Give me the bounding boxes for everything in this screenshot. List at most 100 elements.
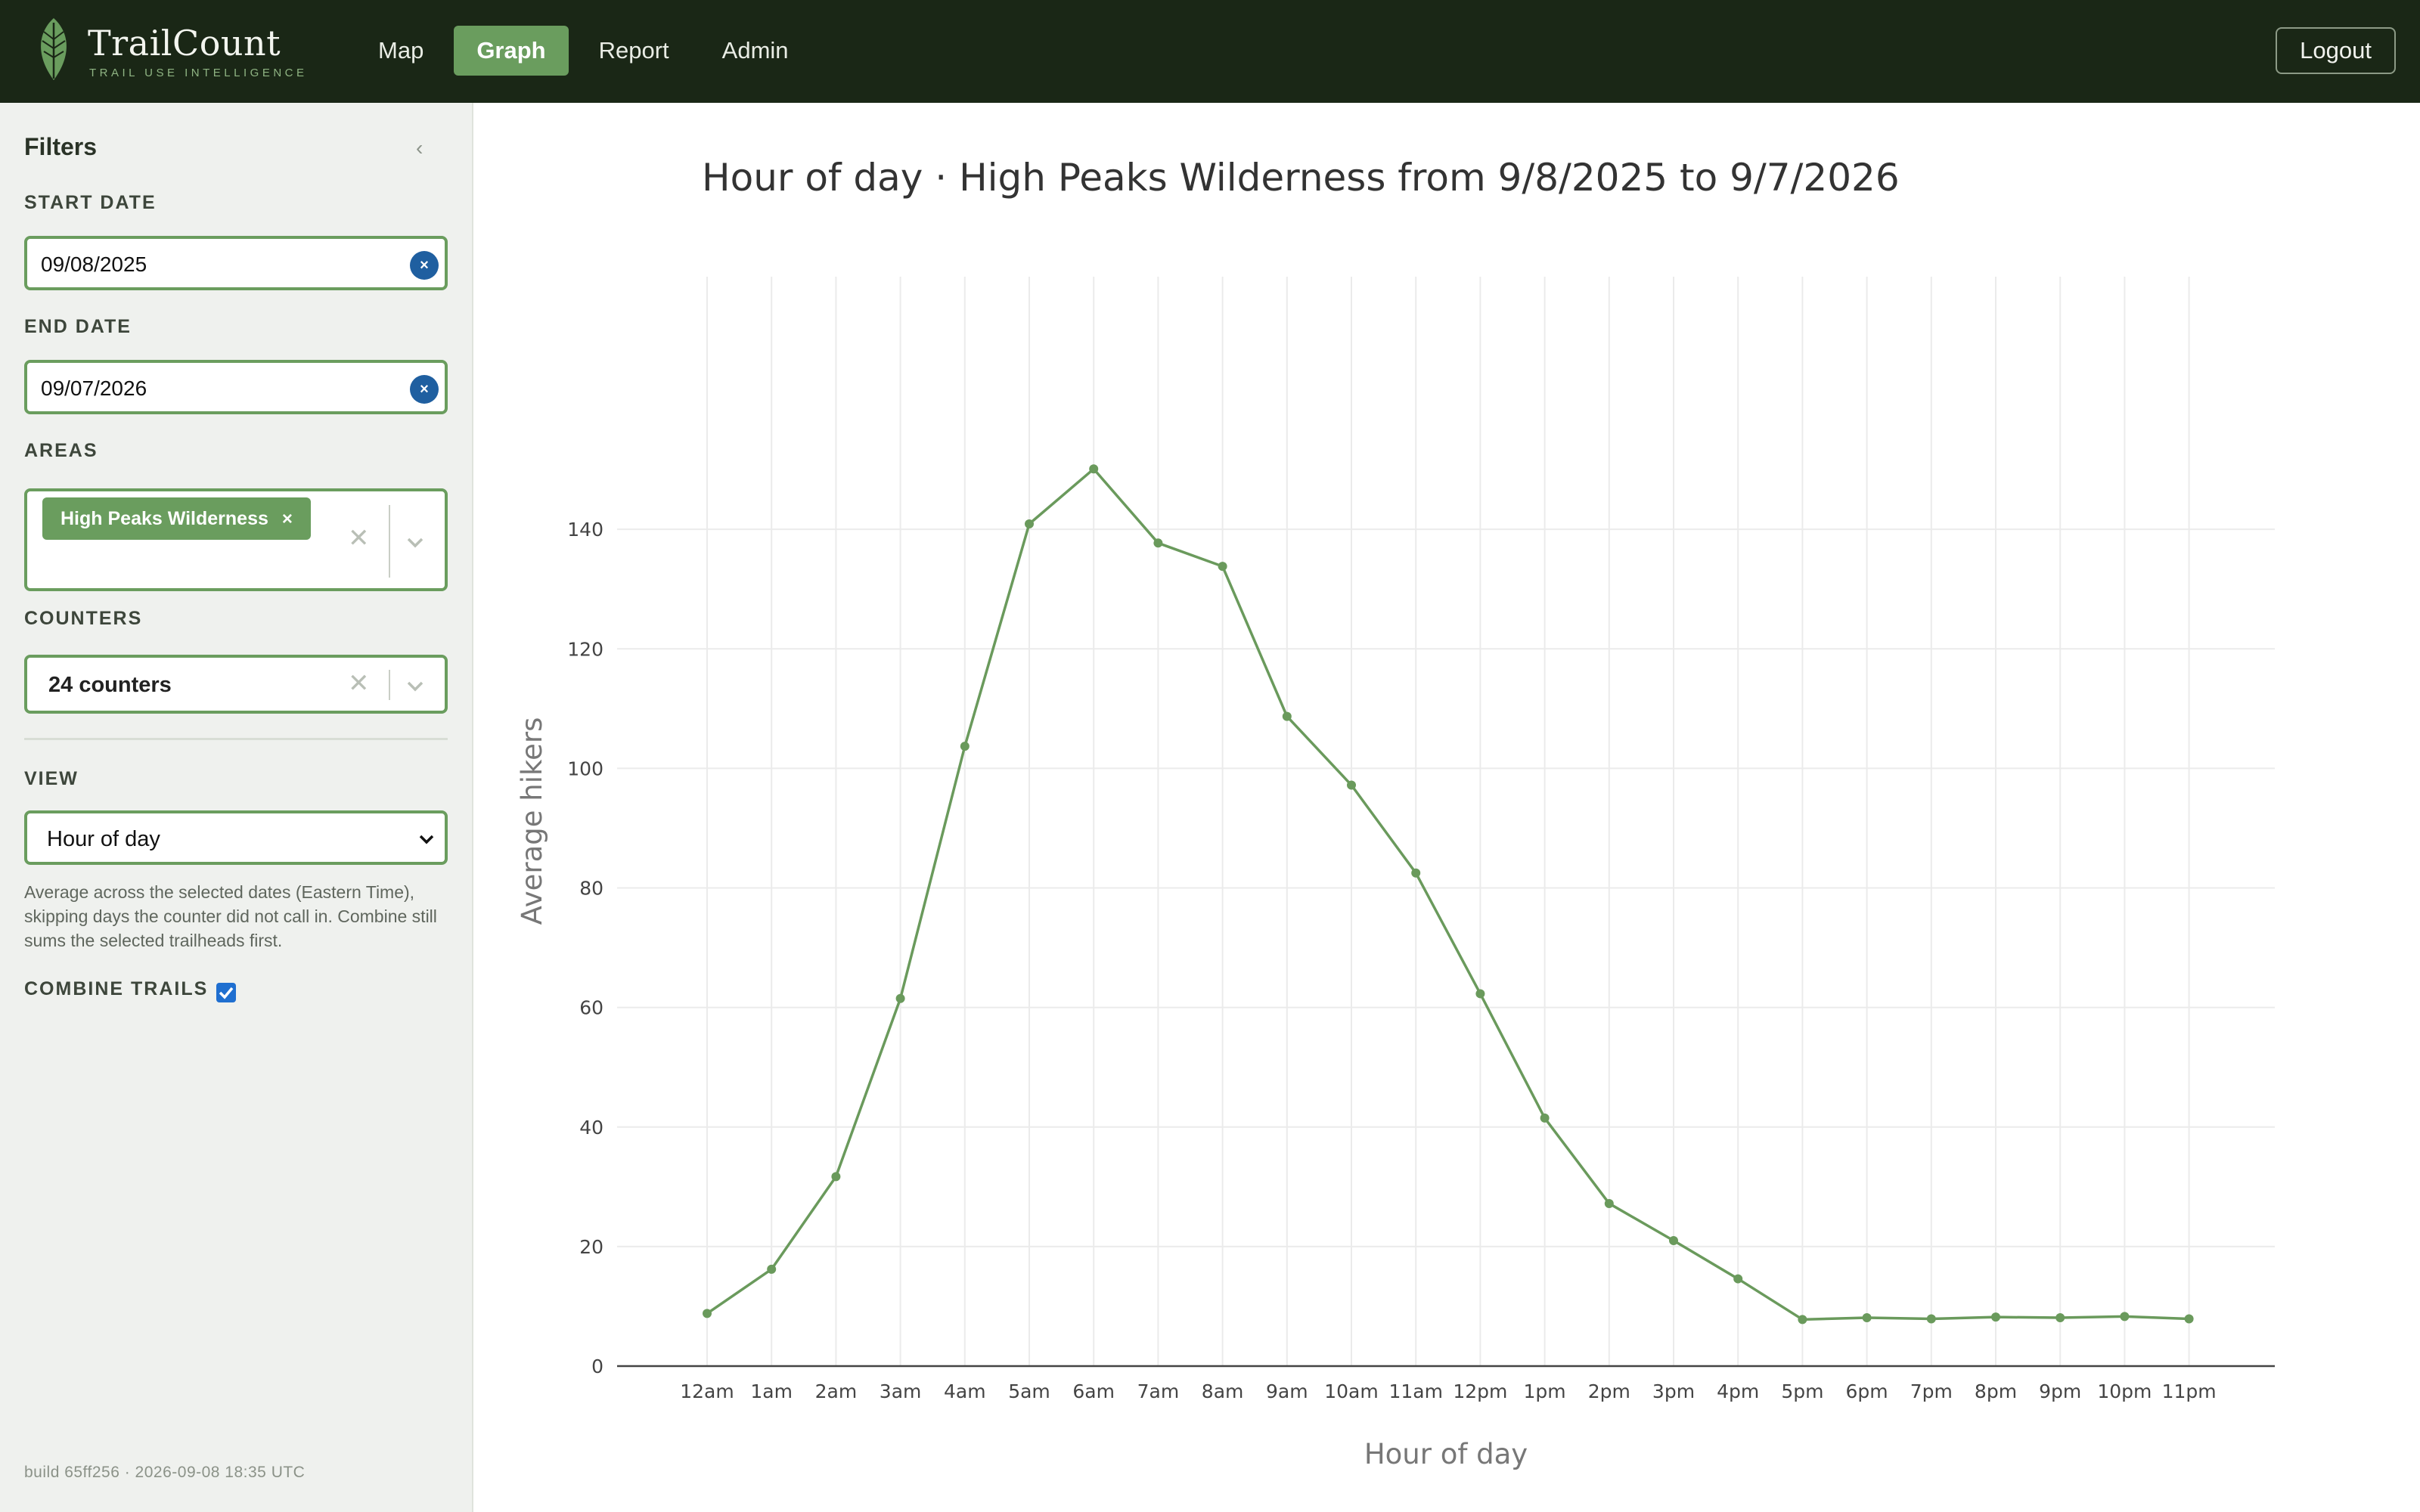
counters-divider xyxy=(389,670,390,700)
x-tick-label: 12pm xyxy=(1453,1380,1507,1402)
x-tick-label: 7pm xyxy=(1910,1380,1953,1402)
data-point[interactable] xyxy=(2120,1312,2130,1321)
data-point[interactable] xyxy=(1411,868,1421,878)
chart-panel: Hour of day · High Peaks Wilderness from… xyxy=(475,103,2420,1512)
x-tick-label: 6am xyxy=(1072,1380,1115,1402)
data-point[interactable] xyxy=(960,742,970,751)
areas-divider xyxy=(389,505,390,578)
checkmark-icon xyxy=(219,987,234,999)
data-point[interactable] xyxy=(1089,464,1099,474)
data-point[interactable] xyxy=(1475,989,1485,999)
y-tick-label: 100 xyxy=(567,758,603,779)
y-tick-label: 0 xyxy=(591,1356,603,1377)
brand-logo[interactable]: TrailCount TRAIL USE INTELLIGENCE xyxy=(35,15,304,85)
end-date-input[interactable]: 09/07/2026 × xyxy=(24,360,448,414)
end-date-label: END DATE xyxy=(24,316,132,337)
data-point[interactable] xyxy=(767,1264,777,1274)
y-tick-label: 80 xyxy=(579,878,603,900)
nav-admin[interactable]: Admin xyxy=(700,26,811,76)
filters-divider xyxy=(24,738,448,740)
nav-map[interactable]: Map xyxy=(355,26,446,76)
logout-button[interactable]: Logout xyxy=(2276,27,2396,74)
view-value: Hour of day xyxy=(47,827,160,851)
start-date-input[interactable]: 09/08/2025 × xyxy=(24,236,448,290)
y-tick-label: 20 xyxy=(579,1236,603,1258)
counters-value: 24 counters xyxy=(48,673,172,697)
counters-label: COUNTERS xyxy=(24,608,143,629)
counters-chevron-down-icon[interactable] xyxy=(405,676,425,696)
x-tick-label: 1am xyxy=(750,1380,793,1402)
x-tick-label: 4pm xyxy=(1717,1380,1759,1402)
area-chip-label: High Peaks Wilderness xyxy=(60,508,268,529)
chart-grid xyxy=(617,277,2275,1366)
data-point[interactable] xyxy=(2184,1314,2194,1324)
data-point[interactable] xyxy=(1862,1312,1872,1322)
counters-select[interactable]: 24 counters ✕ xyxy=(24,655,448,714)
filters-heading: Filters xyxy=(24,133,98,160)
combine-trails-label: COMBINE TRAILS xyxy=(24,978,209,999)
clear-counters-icon[interactable]: ✕ xyxy=(348,668,370,699)
x-tick-label: 2am xyxy=(815,1380,858,1402)
x-tick-label: 5am xyxy=(1008,1380,1050,1402)
x-tick-label: 11pm xyxy=(2162,1380,2217,1402)
data-point[interactable] xyxy=(703,1309,712,1318)
view-label: VIEW xyxy=(24,768,79,789)
start-date-value: 09/08/2025 xyxy=(41,253,147,276)
data-point[interactable] xyxy=(1025,519,1034,529)
data-point[interactable] xyxy=(2055,1312,2065,1322)
main-nav: Map Graph Report Admin xyxy=(355,26,811,76)
data-point[interactable] xyxy=(1604,1198,1614,1208)
hour-of-day-chart: Hour of day · High Peaks Wilderness from… xyxy=(516,156,2275,1470)
collapse-sidebar-icon[interactable]: ‹ xyxy=(416,136,423,160)
filters-sidebar: Filters ‹ START DATE 09/08/2025 × END DA… xyxy=(0,103,473,1512)
x-tick-label: 9am xyxy=(1266,1380,1308,1402)
data-point[interactable] xyxy=(1347,780,1356,790)
data-point[interactable] xyxy=(1926,1314,1936,1324)
x-axis-title: Hour of day xyxy=(1364,1438,1528,1470)
data-point[interactable] xyxy=(1991,1312,2000,1322)
clear-start-date-icon[interactable]: × xyxy=(410,251,439,280)
x-tick-label: 2pm xyxy=(1588,1380,1630,1402)
view-hint: Average across the selected dates (Easte… xyxy=(24,882,437,950)
build-info: build 65ff256 · 2026-09-08 18:35 UTC xyxy=(24,1464,306,1481)
x-tick-label: 7am xyxy=(1137,1380,1180,1402)
nav-report[interactable]: Report xyxy=(576,26,692,76)
y-axis-ticks: 0 20 40 60 80 100 120 140 xyxy=(567,519,603,1377)
x-tick-label: 11am xyxy=(1388,1380,1442,1402)
y-tick-label: 120 xyxy=(567,638,603,660)
remove-chip-icon[interactable]: × xyxy=(282,509,293,529)
y-tick-label: 60 xyxy=(579,997,603,1019)
clear-areas-icon[interactable]: ✕ xyxy=(348,523,370,553)
x-axis-ticks: 12am 1am 2am 3am 4am 5am 6am 7am 8am 9am 10am 11am 1… xyxy=(680,1380,2216,1402)
data-point[interactable] xyxy=(1282,711,1292,721)
x-tick-label: 6pm xyxy=(1846,1380,1888,1402)
x-tick-label: 1pm xyxy=(1524,1380,1566,1402)
data-point[interactable] xyxy=(1540,1113,1550,1123)
x-tick-label: 10pm xyxy=(2097,1380,2152,1402)
data-point[interactable] xyxy=(1218,562,1227,572)
data-point[interactable] xyxy=(1669,1235,1678,1245)
nav-graph[interactable]: Graph xyxy=(454,26,569,76)
clear-end-date-icon[interactable]: × xyxy=(410,375,439,404)
chart-title: Hour of day · High Peaks Wilderness from… xyxy=(702,156,1900,200)
series-line xyxy=(706,467,2189,1321)
x-tick-label: 3am xyxy=(880,1380,922,1402)
data-point[interactable] xyxy=(831,1172,841,1182)
x-tick-label: 12am xyxy=(680,1380,734,1402)
x-tick-label: 3pm xyxy=(1652,1380,1695,1402)
x-tick-label: 10am xyxy=(1324,1380,1378,1402)
data-point[interactable] xyxy=(1798,1315,1807,1325)
data-point[interactable] xyxy=(895,993,905,1003)
combine-trails-checkbox[interactable] xyxy=(216,983,236,1002)
data-point[interactable] xyxy=(1733,1274,1743,1284)
areas-chevron-down-icon[interactable] xyxy=(405,532,425,552)
x-tick-label: 4am xyxy=(944,1380,986,1402)
brand-tagline: TRAIL USE INTELLIGENCE xyxy=(89,67,308,79)
leaf-icon xyxy=(41,18,67,80)
y-tick-label: 40 xyxy=(579,1117,603,1139)
areas-multiselect[interactable]: High Peaks Wilderness × ✕ xyxy=(24,488,448,591)
y-axis-title: Average hikers xyxy=(516,717,548,925)
top-navbar: TrailCount TRAIL USE INTELLIGENCE Map Gr… xyxy=(0,0,2420,103)
view-select[interactable]: Hour of day xyxy=(24,810,448,865)
data-point[interactable] xyxy=(1153,538,1163,548)
